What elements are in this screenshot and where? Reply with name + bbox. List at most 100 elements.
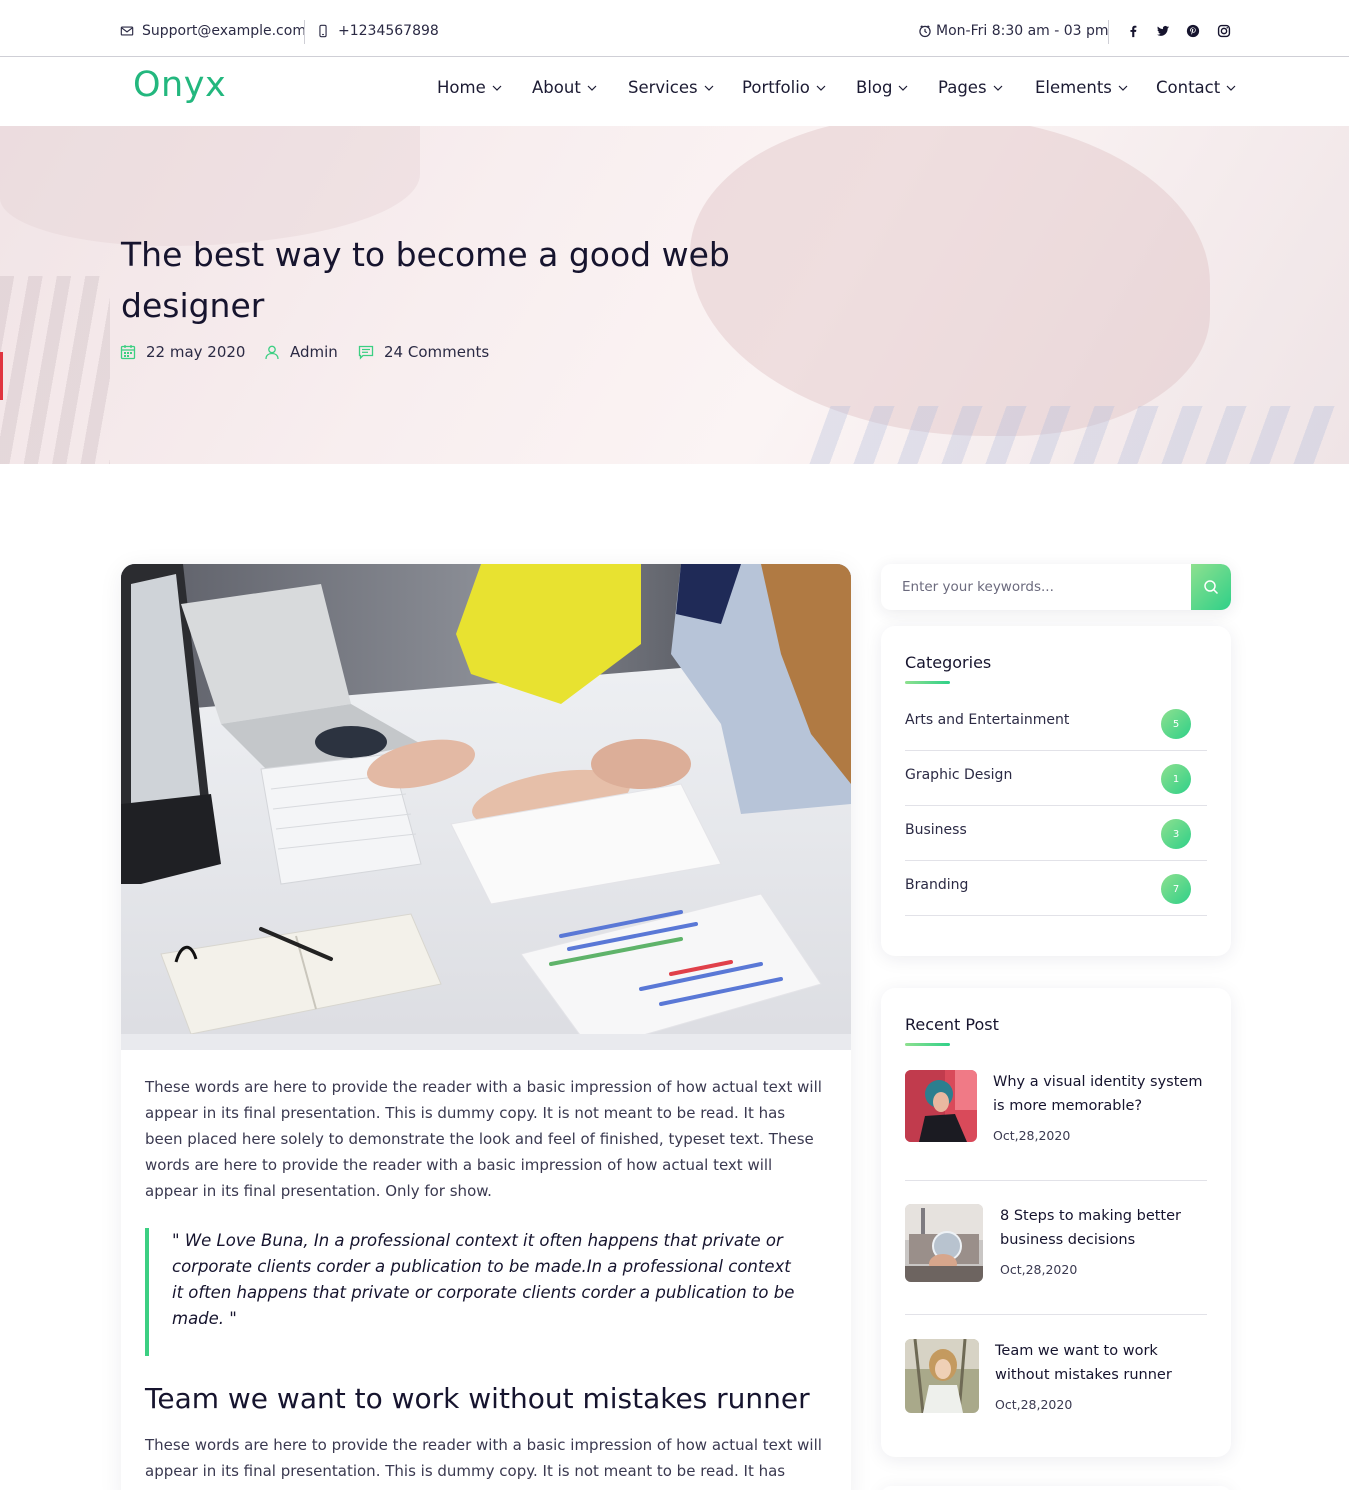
facebook-icon[interactable]: [1126, 24, 1140, 38]
recent-post-thumbnail: [905, 1339, 979, 1413]
article-card: These words are here to provide the read…: [121, 564, 851, 1490]
nav-blog[interactable]: Blog: [856, 78, 908, 97]
divider: [905, 1180, 1207, 1181]
nav-elements[interactable]: Elements: [1035, 78, 1128, 97]
nav-about-label: About: [532, 78, 581, 97]
article-paragraph: These words are here to provide the read…: [145, 1436, 822, 1490]
category-item[interactable]: Graphic Design 1: [905, 751, 1207, 806]
search-icon: [1204, 580, 1219, 595]
search-input[interactable]: [881, 564, 1191, 610]
divider: [905, 1314, 1207, 1315]
article-heading: Team we want to work without mistakes ru…: [145, 1382, 810, 1415]
opening-hours: Mon-Fri 8:30 am - 03 pm: [918, 23, 1109, 39]
nav-home[interactable]: Home: [437, 78, 502, 97]
recent-post-item[interactable]: Why a visual identity system is more mem…: [905, 1070, 1207, 1150]
email-contact[interactable]: Support@example.com: [120, 23, 306, 39]
recent-post-title: Why a visual identity system is more mem…: [993, 1074, 1203, 1114]
top-bar: Support@example.com +1234567898 Mon-Fri …: [0, 0, 1349, 57]
article-quote: " We Love Buna, In a professional contex…: [145, 1228, 805, 1356]
recent-posts-widget: Recent Post Why a visual identity system…: [881, 988, 1231, 1457]
next-widget: [881, 1486, 1231, 1490]
logo[interactable]: Onyx: [133, 65, 226, 105]
nav-blog-label: Blog: [856, 78, 893, 97]
comment-icon: [358, 345, 374, 360]
recent-post-item[interactable]: Team we want to work without mistakes ru…: [905, 1339, 1207, 1415]
recent-posts-title: Recent Post: [905, 1015, 999, 1034]
article-paragraph: These words are here to provide the read…: [145, 1078, 822, 1200]
category-item[interactable]: Arts and Entertainment 5: [905, 696, 1207, 751]
post-comments-text: 24 Comments: [384, 343, 490, 361]
hero-background-papers: [809, 406, 1349, 464]
chevron-down-icon: [899, 85, 908, 91]
recent-post-date: Oct,28,2020: [995, 1397, 1073, 1412]
nav-elements-label: Elements: [1035, 78, 1112, 97]
chevron-down-icon: [816, 85, 826, 91]
recent-post-date: Oct,28,2020: [993, 1128, 1071, 1143]
user-icon: [265, 345, 279, 360]
email-text: Support@example.com: [142, 23, 306, 39]
divider: [1108, 20, 1109, 44]
phone-contact[interactable]: +1234567898: [316, 23, 439, 39]
hero-background-hand: [690, 126, 1210, 436]
chevron-down-icon: [993, 85, 1002, 91]
hero-background-keyboard: [0, 276, 110, 464]
post-author[interactable]: Admin: [264, 343, 338, 361]
nav-services[interactable]: Services: [628, 78, 714, 97]
chevron-down-icon: [587, 85, 597, 91]
chevron-down-icon: [704, 85, 714, 91]
hero-background-hand: [0, 126, 420, 246]
title-underline: [905, 681, 950, 684]
category-label: Arts and Entertainment: [905, 712, 1070, 728]
chevron-down-icon: [1226, 85, 1236, 91]
search-button[interactable]: [1191, 564, 1231, 610]
category-label: Business: [905, 822, 967, 838]
nav-about[interactable]: About: [532, 78, 597, 97]
category-count-badge: 7: [1161, 874, 1191, 904]
clock-icon: [919, 25, 931, 38]
category-count-badge: 3: [1161, 819, 1191, 849]
recent-post-date: Oct,28,2020: [1000, 1262, 1078, 1277]
nav-contact-label: Contact: [1156, 78, 1221, 97]
nav-pages[interactable]: Pages: [938, 78, 1003, 97]
nav-home-label: Home: [437, 78, 486, 97]
mail-icon: [120, 26, 134, 36]
hero-edge-accent: [0, 352, 3, 400]
chevron-down-icon: [492, 85, 502, 91]
instagram-icon[interactable]: [1217, 24, 1231, 38]
post-comments[interactable]: 24 Comments: [358, 343, 489, 361]
recent-post-thumbnail: [905, 1204, 983, 1282]
phone-icon: [319, 24, 327, 38]
calendar-icon: [120, 345, 136, 360]
nav-portfolio[interactable]: Portfolio: [742, 78, 826, 97]
nav-pages-label: Pages: [938, 78, 987, 97]
recent-post-title: 8 Steps to making better business decisi…: [1000, 1208, 1181, 1248]
chevron-down-icon: [1118, 85, 1128, 91]
category-label: Branding: [905, 877, 969, 893]
twitter-icon[interactable]: [1156, 24, 1170, 38]
nav-portfolio-label: Portfolio: [742, 78, 810, 97]
categories-widget: Categories Arts and Entertainment 5 Grap…: [881, 626, 1231, 956]
article-featured-image: [121, 564, 851, 1050]
recent-post-item[interactable]: 8 Steps to making better business decisi…: [905, 1204, 1207, 1284]
category-label: Graphic Design: [905, 767, 1013, 783]
divider: [304, 20, 305, 44]
nav-services-label: Services: [628, 78, 698, 97]
phone-text: +1234567898: [338, 23, 439, 39]
category-item[interactable]: Business 3: [905, 806, 1207, 861]
category-count-badge: 1: [1161, 764, 1191, 794]
nav-contact[interactable]: Contact: [1156, 78, 1236, 97]
recent-post-title: Team we want to work without mistakes ru…: [995, 1343, 1172, 1383]
post-author-text: Admin: [290, 343, 338, 361]
search-box: [881, 564, 1231, 610]
category-item[interactable]: Branding 7: [905, 861, 1207, 916]
page-title: The best way to become a good web design…: [121, 235, 730, 325]
category-count-badge: 5: [1161, 709, 1191, 739]
title-underline: [905, 1043, 950, 1046]
pinterest-icon[interactable]: [1186, 24, 1200, 38]
main-navbar: Onyx Home About Services Portfolio Blog …: [0, 57, 1349, 126]
hours-text: Mon-Fri 8:30 am - 03 pm: [936, 23, 1109, 39]
recent-post-thumbnail: [905, 1070, 977, 1142]
post-date-text: 22 may 2020: [146, 343, 246, 361]
categories-title: Categories: [905, 653, 992, 672]
post-date: 22 may 2020: [120, 343, 245, 361]
